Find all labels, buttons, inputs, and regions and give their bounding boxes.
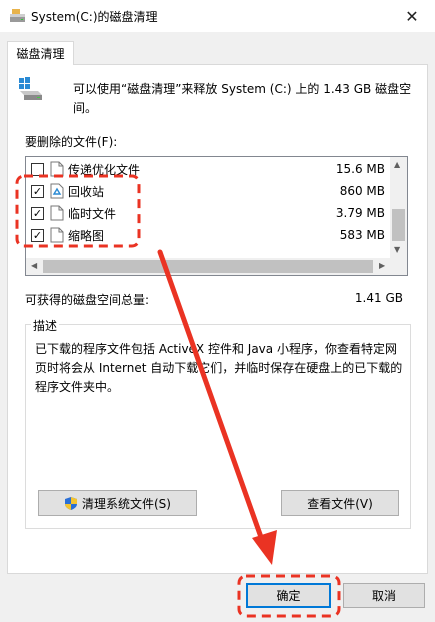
file-name: 传递优化文件 <box>68 162 141 177</box>
vertical-scroll-thumb[interactable] <box>392 209 405 241</box>
disk-cleanup-icon <box>10 9 25 22</box>
scroll-right-icon[interactable]: ▶ <box>379 261 385 270</box>
file-icon <box>50 227 64 243</box>
file-size: 583 MB <box>339 228 385 242</box>
clean-system-files-label: 清理系统文件(S) <box>82 496 171 511</box>
horizontal-scroll-thumb[interactable] <box>43 260 373 273</box>
close-icon: ✕ <box>405 6 419 26</box>
tab-disk-cleanup[interactable]: 磁盘清理 <box>7 41 74 65</box>
space-total-value: 1.41 GB <box>354 291 403 305</box>
file-size: 3.79 MB <box>335 206 385 220</box>
file-checkbox[interactable]: ✓ <box>31 184 44 198</box>
space-total-label: 可获得的磁盘空间总量: <box>25 293 150 307</box>
file-checkbox[interactable]: ✓ <box>31 228 44 242</box>
ok-label: 确定 <box>276 589 301 603</box>
scroll-left-icon[interactable]: ◀ <box>31 261 37 270</box>
scroll-up-icon[interactable]: ▲ <box>394 160 400 169</box>
file-checkbox[interactable] <box>31 162 44 176</box>
cancel-button[interactable]: 取消 <box>343 583 425 608</box>
scroll-down-icon[interactable]: ▼ <box>394 245 400 254</box>
file-name: 回收站 <box>68 184 105 199</box>
vertical-scrollbar[interactable]: ▲ ▼ <box>390 157 407 260</box>
list-item[interactable]: ✓ 回收站 860 MB <box>26 180 393 202</box>
file-size: 860 MB <box>339 184 385 198</box>
drive-icon <box>19 77 42 100</box>
horizontal-scrollbar[interactable]: ◀ ▶ <box>26 258 407 275</box>
description-text: 已下载的程序文件包括 ActiveX 控件和 Java 小程序，你查看特定网页时… <box>35 342 403 394</box>
title-bar: System(C:)的磁盘清理 ✕ <box>0 0 435 32</box>
list-item[interactable]: 传递优化文件 15.6 MB <box>26 158 393 180</box>
file-icon <box>50 205 64 221</box>
description-title: 描述 <box>31 317 60 334</box>
file-checkbox[interactable]: ✓ <box>31 206 44 220</box>
files-listbox[interactable]: 传递优化文件 15.6 MB ✓ 回收站 860 MB ✓ 临时文件 3.79 … <box>25 156 408 276</box>
list-item[interactable]: ✓ 缩略图 583 MB <box>26 224 393 246</box>
recycle-bin-icon <box>50 183 64 199</box>
file-name: 缩略图 <box>68 228 105 243</box>
uac-shield-icon <box>65 496 77 510</box>
ok-button[interactable]: 确定 <box>246 583 331 608</box>
intro-text: 可以使用“磁盘清理”来释放 System (C:) 上的 1.43 GB 磁盘空… <box>73 82 412 115</box>
close-button[interactable]: ✕ <box>389 0 435 32</box>
view-files-button[interactable]: 查看文件(V) <box>281 490 399 516</box>
window-title: System(C:)的磁盘清理 <box>31 10 158 24</box>
file-icon <box>50 161 64 177</box>
file-name: 临时文件 <box>68 206 117 221</box>
tab-label: 磁盘清理 <box>16 47 65 61</box>
clean-system-files-button[interactable]: 清理系统文件(S) <box>38 490 197 516</box>
view-files-label: 查看文件(V) <box>307 496 373 511</box>
file-size: 15.6 MB <box>335 162 385 176</box>
files-rows: 传递优化文件 15.6 MB ✓ 回收站 860 MB ✓ 临时文件 3.79 … <box>26 157 393 260</box>
list-item[interactable]: ✓ 临时文件 3.79 MB <box>26 202 393 224</box>
cancel-label: 取消 <box>371 589 396 603</box>
files-to-delete-label: 要删除的文件(F): <box>25 135 118 149</box>
